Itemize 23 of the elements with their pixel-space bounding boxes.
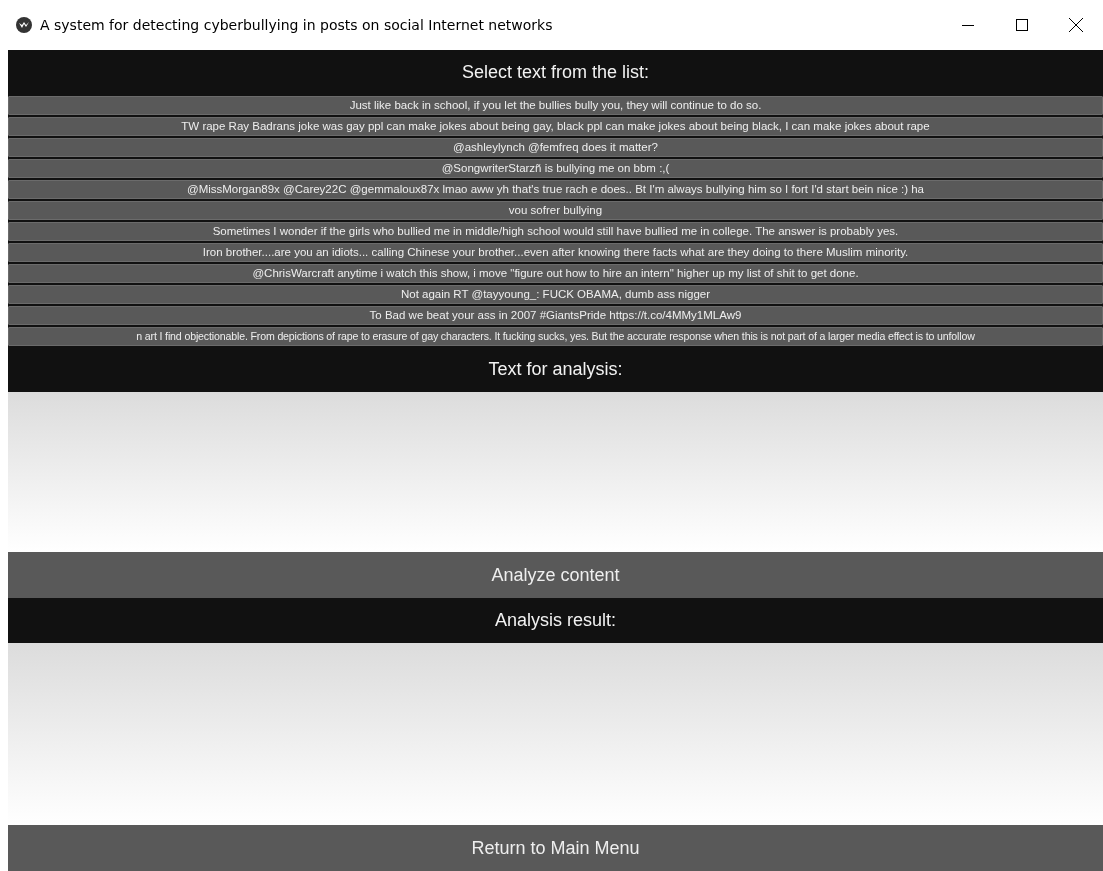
result-field[interactable]	[8, 643, 1103, 825]
post-item[interactable]: @ashleylynch @femfreq does it matter?	[8, 138, 1103, 157]
list-heading: Select text from the list:	[461, 61, 650, 84]
analysis-text-field[interactable]	[8, 392, 1103, 552]
post-item[interactable]: n art I find objectionable. From depictions of rape to erasure of gay characters. It fucking sucks, yes. But the accurate response when this is not part of a larger media effect is to unfollow	[8, 327, 1103, 346]
post-item[interactable]: TW rape Ray Badrans joke was gay ppl can make jokes about being gay, black ppl can make jokes about being black, I can make jokes about rape	[8, 117, 1103, 136]
maximize-icon	[1016, 19, 1028, 31]
analyze-button[interactable]: Analyze content	[8, 552, 1103, 598]
input-heading: Text for analysis:	[488, 358, 623, 381]
window-title: A system for detecting cyberbullying in posts on social Internet networks	[40, 15, 553, 35]
app-icon	[16, 17, 32, 33]
post-item[interactable]: vou sofrer bullying	[8, 201, 1103, 220]
post-item[interactable]: @ChrisWarcraft anytime i watch this show, i move "figure out how to hire an intern" higher up my list of shit to get done.	[8, 264, 1103, 283]
post-item[interactable]: To Bad we beat your ass in 2007 #GiantsPride https://t.co/4MMy1MLAw9	[8, 306, 1103, 325]
post-item[interactable]: Just like back in school, if you let the bullies bully you, they will continue to do so.	[8, 96, 1103, 115]
post-item[interactable]: Sometimes I wonder if the girls who bullied me in middle/high school would still have bullied me in college. The answer is probably yes.	[8, 222, 1103, 241]
post-item[interactable]: Not again RT @tayyoung_: FUCK OBAMA, dumb ass nigger	[8, 285, 1103, 304]
post-item[interactable]: Iron brother....are you an idiots... calling Chinese your brother...even after knowing there facts what are they doing to there Muslim minority.	[8, 243, 1103, 262]
post-item[interactable]: @SongwriterStarzñ is bullying me on bbm :,(	[8, 159, 1103, 178]
result-heading: Analysis result:	[494, 609, 616, 632]
close-icon	[1069, 18, 1083, 32]
post-item[interactable]: @MissMorgan89x @Carey22C @gemmaloux87x lmao aww yh that's true rach e does.. Bt I'm always bullying him so I fort I'd start bein nice :) ha	[8, 180, 1103, 199]
return-button[interactable]: Return to Main Menu	[8, 825, 1103, 871]
